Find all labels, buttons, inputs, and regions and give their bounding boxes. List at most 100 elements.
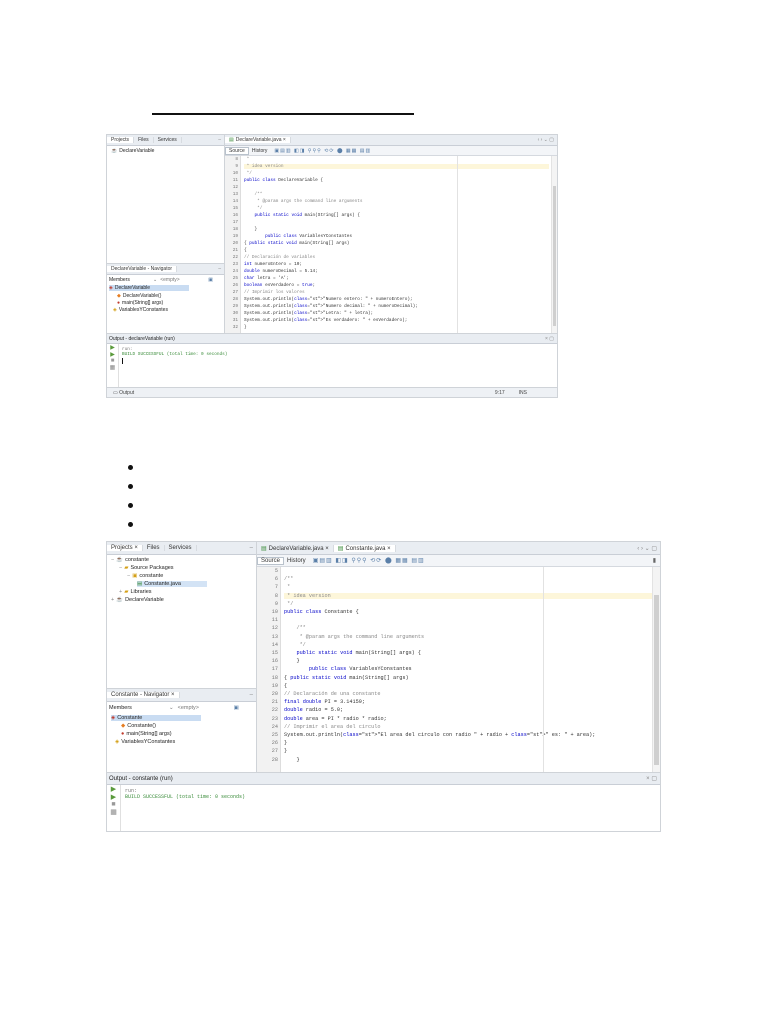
code-line[interactable]: * @param args the command line arguments bbox=[284, 634, 425, 640]
code-line[interactable]: char letra = 'A'; bbox=[244, 276, 289, 281]
history-tab[interactable]: History bbox=[249, 148, 271, 154]
code-line[interactable]: double radio = 5.0; bbox=[284, 707, 343, 713]
nav-item-inner-class[interactable]: ◈ VariablesYConstantes bbox=[115, 739, 175, 745]
rerun-with-args-icon[interactable]: ▶ bbox=[111, 793, 116, 801]
code-line[interactable]: System.out.println(class="st">"Letra: " … bbox=[244, 311, 373, 316]
code-line[interactable]: { public static void main(String[] args) bbox=[284, 675, 409, 681]
code-line[interactable]: double numeroDecimal = 5.14; bbox=[244, 269, 318, 274]
collapse-icon[interactable]: − bbox=[119, 565, 122, 571]
code-line[interactable]: // Declaración de una constante bbox=[284, 691, 381, 697]
tab-services[interactable]: Services bbox=[154, 137, 182, 143]
code-line[interactable]: boolean esVerdadero = true; bbox=[244, 283, 315, 288]
tree-item-project[interactable]: ☕ DeclareVariable bbox=[111, 148, 154, 154]
code-line[interactable]: /** bbox=[284, 576, 293, 582]
close-icon[interactable]: × bbox=[134, 545, 138, 551]
tab-projects[interactable]: Projects bbox=[107, 137, 135, 143]
filter-icon[interactable]: ▣ bbox=[208, 277, 213, 283]
tab-services[interactable]: Services bbox=[165, 545, 197, 551]
code-line[interactable]: int numeroEntero = 10; bbox=[244, 262, 302, 267]
nav-item-class[interactable]: ◈ DeclareVariable bbox=[109, 285, 189, 291]
code-line[interactable]: { bbox=[284, 683, 287, 689]
tab-files[interactable]: Files bbox=[143, 545, 165, 551]
close-icon[interactable]: × bbox=[171, 692, 175, 698]
minimize-icon[interactable]: – bbox=[250, 545, 256, 551]
settings-icon[interactable]: ▦ bbox=[110, 808, 117, 816]
code-line[interactable]: public static void main(String[] args) { bbox=[244, 213, 360, 218]
collapse-icon[interactable]: − bbox=[111, 557, 114, 563]
code-line[interactable]: } bbox=[284, 757, 299, 763]
editor-tab-constante[interactable]: ▤ Constante.java × bbox=[333, 544, 396, 552]
chevron-down-icon[interactable]: ⌄ bbox=[169, 705, 174, 711]
editor-tab-declare-variable[interactable]: ▤ DeclareVariable.java × bbox=[225, 137, 291, 143]
minimize-icon[interactable]: – bbox=[218, 266, 224, 272]
tab-projects[interactable]: Projects × bbox=[107, 545, 143, 551]
source-tab[interactable]: Source bbox=[225, 146, 249, 155]
code-line[interactable]: } bbox=[284, 658, 299, 664]
code-line[interactable]: */ bbox=[284, 601, 293, 607]
code-line[interactable]: System.out.println(class="st">"Numero de… bbox=[244, 304, 418, 309]
code-line[interactable]: } bbox=[244, 227, 258, 232]
code-line[interactable]: */ bbox=[244, 171, 252, 176]
tree-item-project-constante[interactable]: − ☕ constante bbox=[111, 557, 149, 563]
output-toggle-button[interactable]: ▭ Output bbox=[107, 390, 134, 396]
settings-icon[interactable]: ▦ bbox=[110, 364, 116, 371]
code-line[interactable]: * bbox=[284, 584, 290, 590]
code-line[interactable]: public class VariablesYConstantes bbox=[244, 234, 352, 239]
code-area[interactable]: 8 * 9 * idea version 10 */ 11 public class D… bbox=[225, 156, 549, 333]
nav-item-class[interactable]: ◈ Constante bbox=[111, 715, 201, 721]
code-line[interactable]: public class VariablesYConstantes bbox=[284, 666, 412, 672]
nav-item-main[interactable]: ● main(String[] args) bbox=[117, 300, 163, 306]
tree-item-file[interactable]: ▤ Constante.java bbox=[137, 581, 207, 587]
code-line[interactable]: */ bbox=[284, 642, 306, 648]
code-line[interactable]: public static void main(String[] args) { bbox=[284, 650, 421, 656]
code-line[interactable]: // Imprimir los valores bbox=[244, 290, 305, 295]
expand-icon[interactable]: + bbox=[119, 589, 122, 595]
code-line[interactable]: } bbox=[284, 748, 287, 754]
code-line[interactable]: { public static void main(String[] args) bbox=[244, 241, 349, 246]
code-line[interactable]: { bbox=[244, 248, 247, 253]
editor-tab-declare-variable[interactable]: ▤ DeclareVariable.java × bbox=[257, 544, 334, 552]
code-line[interactable]: } bbox=[284, 740, 287, 746]
tree-item-project-declare[interactable]: + ☕ DeclareVariable bbox=[111, 597, 164, 603]
filter-icon[interactable]: ▣ bbox=[234, 705, 239, 711]
tree-item-libraries[interactable]: + ▰ Libraries bbox=[119, 589, 152, 595]
tree-item-package[interactable]: − ▣ constante bbox=[127, 573, 163, 579]
editor-scrollbar[interactable] bbox=[652, 567, 660, 772]
minimize-icon[interactable]: – bbox=[218, 137, 224, 143]
tab-navigator[interactable]: Constante - Navigator × bbox=[107, 692, 180, 698]
rerun-icon[interactable]: ▶ bbox=[111, 785, 116, 793]
close-icon[interactable]: × bbox=[325, 546, 329, 552]
nav-item-constructor[interactable]: ◆ DeclareVariable() bbox=[117, 293, 161, 299]
code-line[interactable]: System.out.println(class="st">"Numero en… bbox=[244, 297, 413, 302]
code-area[interactable]: 5 6 /** 7 * 8 * idea version 9 */ 10 public cla… bbox=[257, 567, 652, 772]
nav-item-main[interactable]: ● main(String[] args) bbox=[121, 731, 172, 737]
code-line[interactable]: /** bbox=[244, 192, 263, 197]
tree-item-source-packages[interactable]: − ▰ Source Packages bbox=[119, 565, 174, 571]
code-line[interactable]: * idea version bbox=[284, 592, 652, 599]
tab-navigator[interactable]: DeclareVariable - Navigator bbox=[107, 266, 178, 272]
rerun-icon[interactable]: ▶ bbox=[110, 344, 115, 351]
expand-icon[interactable]: + bbox=[111, 597, 114, 603]
code-line[interactable]: */ bbox=[244, 206, 262, 211]
code-line[interactable]: public class Constante { bbox=[284, 609, 359, 615]
editor-tool-icons[interactable]: ▣▤▥ ◧◨ ⚲⚲⚲ ⟲⟳ ⬤ ▦▦ ▤▥ bbox=[274, 148, 371, 154]
code-line[interactable]: * idea version bbox=[244, 164, 549, 169]
filter-select[interactable]: <empty> bbox=[178, 705, 234, 711]
close-icon[interactable]: × bbox=[387, 546, 391, 552]
code-line[interactable]: System.out.println(class="st">"Es verdad… bbox=[244, 318, 407, 323]
filter-select[interactable]: <empty> bbox=[160, 277, 208, 283]
code-line[interactable]: * @param args the command line arguments bbox=[244, 199, 362, 204]
code-line[interactable]: double area = PI * radio * radio; bbox=[284, 716, 387, 722]
scrollbar-thumb[interactable] bbox=[654, 595, 659, 765]
code-line[interactable]: final double PI = 3.14159; bbox=[284, 699, 365, 705]
editor-scrollbar[interactable] bbox=[551, 156, 557, 333]
code-line[interactable]: // Declaración de variables bbox=[244, 255, 315, 260]
code-line[interactable]: System.out.println(class="st">"El area d… bbox=[284, 732, 595, 738]
close-icon[interactable]: × bbox=[283, 137, 286, 143]
code-line[interactable]: } bbox=[244, 325, 247, 330]
tab-files[interactable]: Files bbox=[134, 137, 154, 143]
editor-tool-icons[interactable]: ▣▤▥ ◧◨ ⚲⚲⚲ ⟲⟳ ⬤ ▦▦ ▤▥ bbox=[313, 557, 425, 564]
close-icon[interactable]: × ▢ bbox=[646, 775, 660, 782]
code-line[interactable]: /** bbox=[284, 625, 305, 631]
nav-item-inner-class[interactable]: ◈ VariablesYConstantes bbox=[113, 307, 168, 313]
